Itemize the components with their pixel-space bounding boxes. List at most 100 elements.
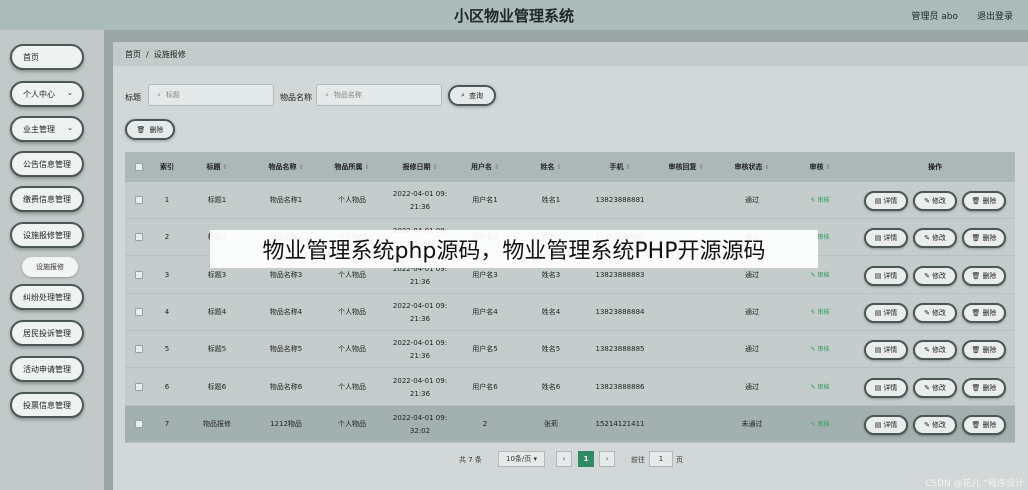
item-search-input[interactable]: ⌕ 物品名称 bbox=[316, 84, 442, 106]
search-icon: ⌕ bbox=[461, 91, 465, 99]
edit-button[interactable]: ✎ 修改 bbox=[913, 303, 957, 323]
edit-button[interactable]: ✎ 修改 bbox=[913, 228, 957, 248]
search-icon: ⌕ bbox=[157, 90, 161, 99]
row-checkbox[interactable] bbox=[135, 420, 143, 428]
column-header[interactable]: 审核 ⇕ bbox=[785, 152, 855, 182]
delete-button[interactable]: 🗑 删除 bbox=[962, 266, 1006, 286]
detail-button[interactable]: ▤ 详情 bbox=[864, 303, 908, 323]
sort-icon[interactable]: ⇕ bbox=[825, 164, 830, 171]
cell-owner: 个人物品 bbox=[338, 420, 366, 428]
detail-button[interactable]: ▤ 详情 bbox=[864, 378, 908, 398]
sort-icon[interactable]: ⇕ bbox=[432, 164, 437, 171]
goto-page-input[interactable]: 1 bbox=[649, 451, 673, 467]
current-page-button[interactable]: 1 bbox=[578, 451, 594, 467]
breadcrumb-home[interactable]: 首页 bbox=[125, 50, 141, 59]
audit-link[interactable]: ✎ 审核 bbox=[785, 294, 855, 331]
cell-username: 2 bbox=[482, 420, 488, 428]
edit-icon: ✎ bbox=[924, 421, 930, 429]
detail-icon: ▤ bbox=[874, 309, 882, 317]
detail-button-label: 详情 bbox=[883, 272, 898, 280]
row-checkbox[interactable] bbox=[135, 196, 143, 204]
sidebar-item-activity-management[interactable]: 活动申请管理 bbox=[10, 356, 84, 382]
edit-icon: ✎ bbox=[810, 272, 816, 279]
sidebar-item-personal-center[interactable]: 个人中心 ⌄ bbox=[10, 81, 84, 107]
sort-icon[interactable]: ⇕ bbox=[494, 164, 499, 171]
audit-link[interactable]: ✎ 审核 bbox=[785, 331, 855, 368]
column-header[interactable]: 物品名称 ⇕ bbox=[253, 152, 319, 182]
sidebar-item-complaint-management[interactable]: 居民投诉管理 bbox=[10, 320, 84, 346]
detail-button[interactable]: ▤ 详情 bbox=[864, 340, 908, 360]
sort-icon[interactable]: ⇕ bbox=[222, 164, 227, 171]
sidebar-item-notice-management[interactable]: 公告信息管理 bbox=[10, 151, 84, 177]
column-header[interactable]: 报修日期 ⇕ bbox=[385, 152, 455, 182]
delete-button-label: 删除 bbox=[982, 234, 997, 242]
sort-icon[interactable]: ⇕ bbox=[298, 164, 303, 171]
column-header[interactable]: 物品所属 ⇕ bbox=[319, 152, 385, 182]
sort-icon[interactable]: ⇕ bbox=[698, 164, 703, 171]
sort-icon[interactable]: ⇕ bbox=[625, 164, 630, 171]
column-header-label: 手机 bbox=[609, 163, 624, 171]
bulk-delete-label: 删除 bbox=[149, 125, 164, 134]
page-size-select[interactable]: 10条/页 ▾ bbox=[498, 451, 545, 467]
sidebar-item-payment-management[interactable]: 缴费信息管理 bbox=[10, 186, 84, 212]
search-button[interactable]: ⌕ 查询 bbox=[448, 85, 496, 106]
search-icon: ⌕ bbox=[325, 90, 329, 99]
date-line: 2022-04-01 09: bbox=[392, 189, 448, 198]
delete-button[interactable]: 🗑 删除 bbox=[962, 340, 1006, 360]
audit-link[interactable]: ✎ 审核 bbox=[785, 406, 855, 443]
sidebar-item-home[interactable]: 首页 bbox=[10, 44, 84, 70]
next-page-button[interactable]: › bbox=[599, 451, 615, 467]
row-checkbox[interactable] bbox=[135, 383, 143, 391]
column-header[interactable]: 姓名 ⇕ bbox=[515, 152, 587, 182]
cell-reply bbox=[653, 182, 719, 219]
column-header-label: 标题 bbox=[206, 163, 221, 171]
row-checkbox[interactable] bbox=[135, 271, 143, 279]
edit-button[interactable]: ✎ 修改 bbox=[913, 415, 957, 435]
edit-button[interactable]: ✎ 修改 bbox=[913, 266, 957, 286]
delete-button[interactable]: 🗑 删除 bbox=[962, 303, 1006, 323]
delete-button[interactable]: 🗑 删除 bbox=[962, 378, 1006, 398]
delete-button[interactable]: 🗑 删除 bbox=[962, 191, 1006, 211]
title-search-placeholder: 标题 bbox=[165, 91, 180, 99]
column-header[interactable]: 用户名 ⇕ bbox=[455, 152, 515, 182]
sort-icon[interactable]: ⇕ bbox=[364, 164, 369, 171]
detail-button[interactable]: ▤ 详情 bbox=[864, 228, 908, 248]
cell-item-name: 物品名称5 bbox=[269, 345, 303, 353]
row-checkbox[interactable] bbox=[135, 308, 143, 316]
edit-button[interactable]: ✎ 修改 bbox=[913, 340, 957, 360]
cell-status: 未通过 bbox=[741, 420, 763, 428]
cell-name: 姓名1 bbox=[541, 196, 561, 204]
sidebar-item-repair-management[interactable]: 设施报修管理 bbox=[10, 222, 84, 248]
edit-button[interactable]: ✎ 修改 bbox=[913, 191, 957, 211]
audit-link[interactable]: ✎ 审核 bbox=[785, 369, 855, 406]
title-search-input[interactable]: ⌕ 标题 bbox=[148, 84, 274, 106]
logout-link[interactable]: 退出登录 bbox=[977, 9, 1013, 22]
detail-button[interactable]: ▤ 详情 bbox=[864, 266, 908, 286]
column-header[interactable]: 手机 ⇕ bbox=[587, 152, 653, 182]
delete-button-label: 删除 bbox=[982, 309, 997, 317]
column-header-label: 姓名 bbox=[540, 163, 555, 171]
delete-button[interactable]: 🗑 删除 bbox=[962, 228, 1006, 248]
sidebar-item-owner-management[interactable]: 业主管理 ⌄ bbox=[10, 116, 84, 142]
audit-link[interactable]: ✎ 审核 bbox=[785, 182, 855, 219]
column-header[interactable]: 审核回复 ⇕ bbox=[653, 152, 719, 182]
cell-title: 标题1 bbox=[207, 196, 227, 204]
bulk-delete-button[interactable]: 🗑 删除 bbox=[125, 119, 175, 140]
sidebar-item-dispute-management[interactable]: 纠纷处理管理 bbox=[10, 284, 84, 310]
column-header[interactable]: 审核状态 ⇕ bbox=[719, 152, 785, 182]
sidebar-subitem-repair[interactable]: 设施报修 bbox=[22, 257, 78, 277]
sidebar-item-vote-management[interactable]: 投票信息管理 bbox=[10, 392, 84, 418]
row-checkbox[interactable] bbox=[135, 233, 143, 241]
edit-button[interactable]: ✎ 修改 bbox=[913, 378, 957, 398]
column-header-label: 审核状态 bbox=[734, 163, 763, 171]
prev-page-button[interactable]: ‹ bbox=[556, 451, 572, 467]
sort-icon[interactable]: ⇕ bbox=[556, 164, 561, 171]
detail-button[interactable]: ▤ 详情 bbox=[864, 415, 908, 435]
delete-button[interactable]: 🗑 删除 bbox=[962, 415, 1006, 435]
column-header[interactable]: 标题 ⇕ bbox=[181, 152, 253, 182]
detail-button[interactable]: ▤ 详情 bbox=[864, 191, 908, 211]
select-all-checkbox[interactable] bbox=[135, 163, 143, 171]
cell-username: 用户名4 bbox=[472, 308, 498, 316]
row-checkbox[interactable] bbox=[135, 345, 143, 353]
sort-icon[interactable]: ⇕ bbox=[764, 164, 769, 171]
